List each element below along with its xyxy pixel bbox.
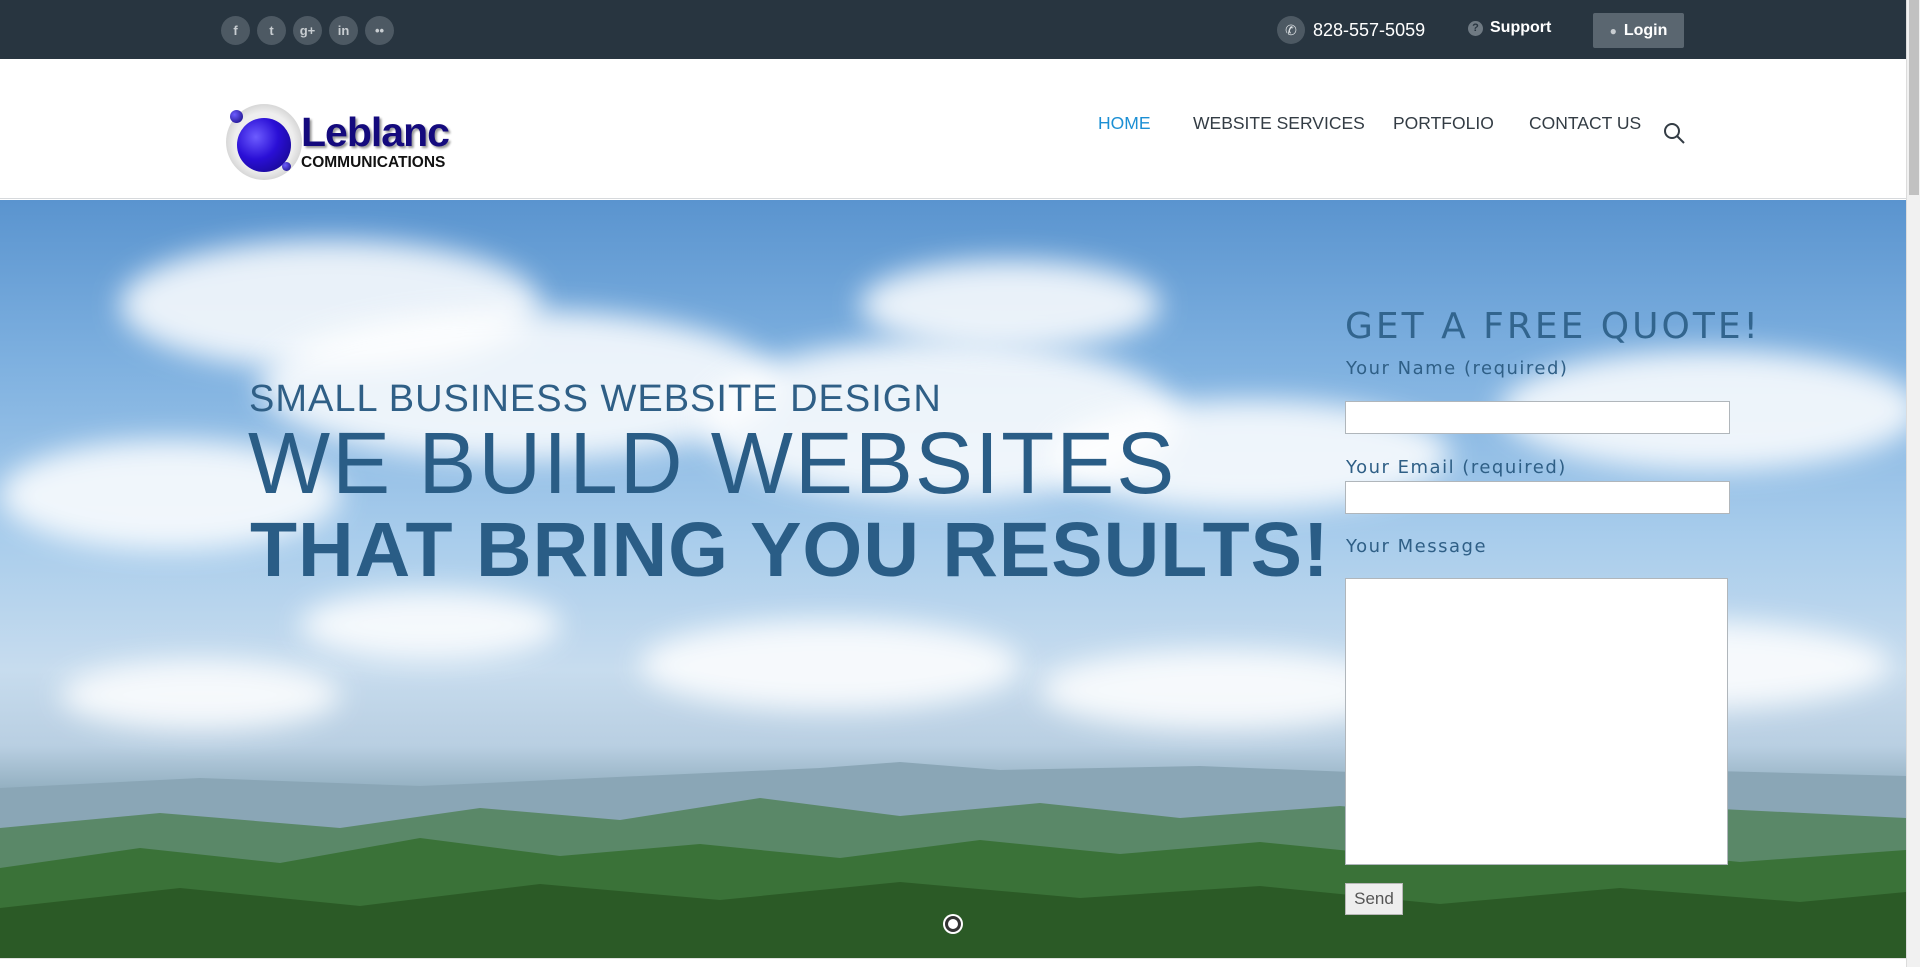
- nav-portfolio[interactable]: PORTFOLIO: [1393, 113, 1494, 134]
- logo-brand-text: Leblanc: [301, 109, 450, 155]
- hero-headline-line-2: THAT BRING YOU RESULTS!: [250, 507, 1330, 593]
- linkedin-icon[interactable]: in: [329, 16, 358, 45]
- phone-number: 828-557-5059: [1313, 19, 1426, 40]
- social-links: f t g+ in ••: [221, 16, 394, 45]
- top-bar: f t g+ in •• ✆ 828-557-5059 ? Support ● …: [0, 0, 1906, 59]
- hero-slider: SMALL BUSINESS WEBSITE DESIGN WE BUILD W…: [0, 200, 1906, 958]
- cloud: [60, 660, 340, 730]
- message-field[interactable]: [1345, 578, 1728, 865]
- user-icon: ●: [1609, 23, 1617, 38]
- phone-contact[interactable]: ✆ 828-557-5059: [1277, 16, 1425, 44]
- email-label: Your Email (required): [1346, 457, 1567, 478]
- cloud: [860, 260, 1160, 350]
- email-field[interactable]: [1345, 481, 1730, 514]
- logo-orbit-dot: [230, 110, 243, 123]
- google-plus-icon[interactable]: g+: [293, 16, 322, 45]
- cloud: [640, 620, 1020, 710]
- support-label: Support: [1490, 19, 1552, 36]
- site-header: Leblanc COMMUNICATIONS HOME WEBSITE SERV…: [0, 59, 1906, 199]
- search-icon[interactable]: [1663, 122, 1685, 144]
- nav-contact-us[interactable]: CONTACT US: [1529, 113, 1641, 134]
- help-icon: ?: [1468, 20, 1483, 36]
- twitter-icon[interactable]: t: [257, 16, 286, 45]
- scrollbar-thumb[interactable]: [1909, 0, 1919, 195]
- logo-sub-text: COMMUNICATIONS: [301, 154, 446, 171]
- hero-headline-line-1: WE BUILD WEBSITES: [248, 415, 1177, 512]
- flickr-icon[interactable]: ••: [365, 16, 394, 45]
- send-button[interactable]: Send: [1345, 883, 1403, 915]
- login-button[interactable]: ● Login: [1593, 13, 1684, 48]
- support-link[interactable]: ? Support: [1468, 19, 1551, 37]
- slider-pagination-dot[interactable]: [945, 916, 961, 932]
- name-field[interactable]: [1345, 401, 1730, 434]
- quote-form-title: GET A FREE QUOTE!: [1345, 306, 1761, 347]
- logo-orbit-dot: [282, 162, 291, 171]
- login-label: Login: [1623, 21, 1668, 39]
- nav-home[interactable]: HOME: [1098, 113, 1151, 134]
- name-label: Your Name (required): [1346, 358, 1569, 379]
- nav-website-services[interactable]: WEBSITE SERVICES: [1193, 113, 1365, 134]
- page-bottom-edge: [0, 958, 1906, 967]
- cloud: [300, 590, 560, 660]
- message-label: Your Message: [1346, 536, 1488, 557]
- page-scrollbar[interactable]: [1906, 0, 1920, 967]
- site-logo[interactable]: Leblanc COMMUNICATIONS: [222, 104, 467, 184]
- facebook-icon[interactable]: f: [221, 16, 250, 45]
- phone-icon: ✆: [1277, 16, 1305, 44]
